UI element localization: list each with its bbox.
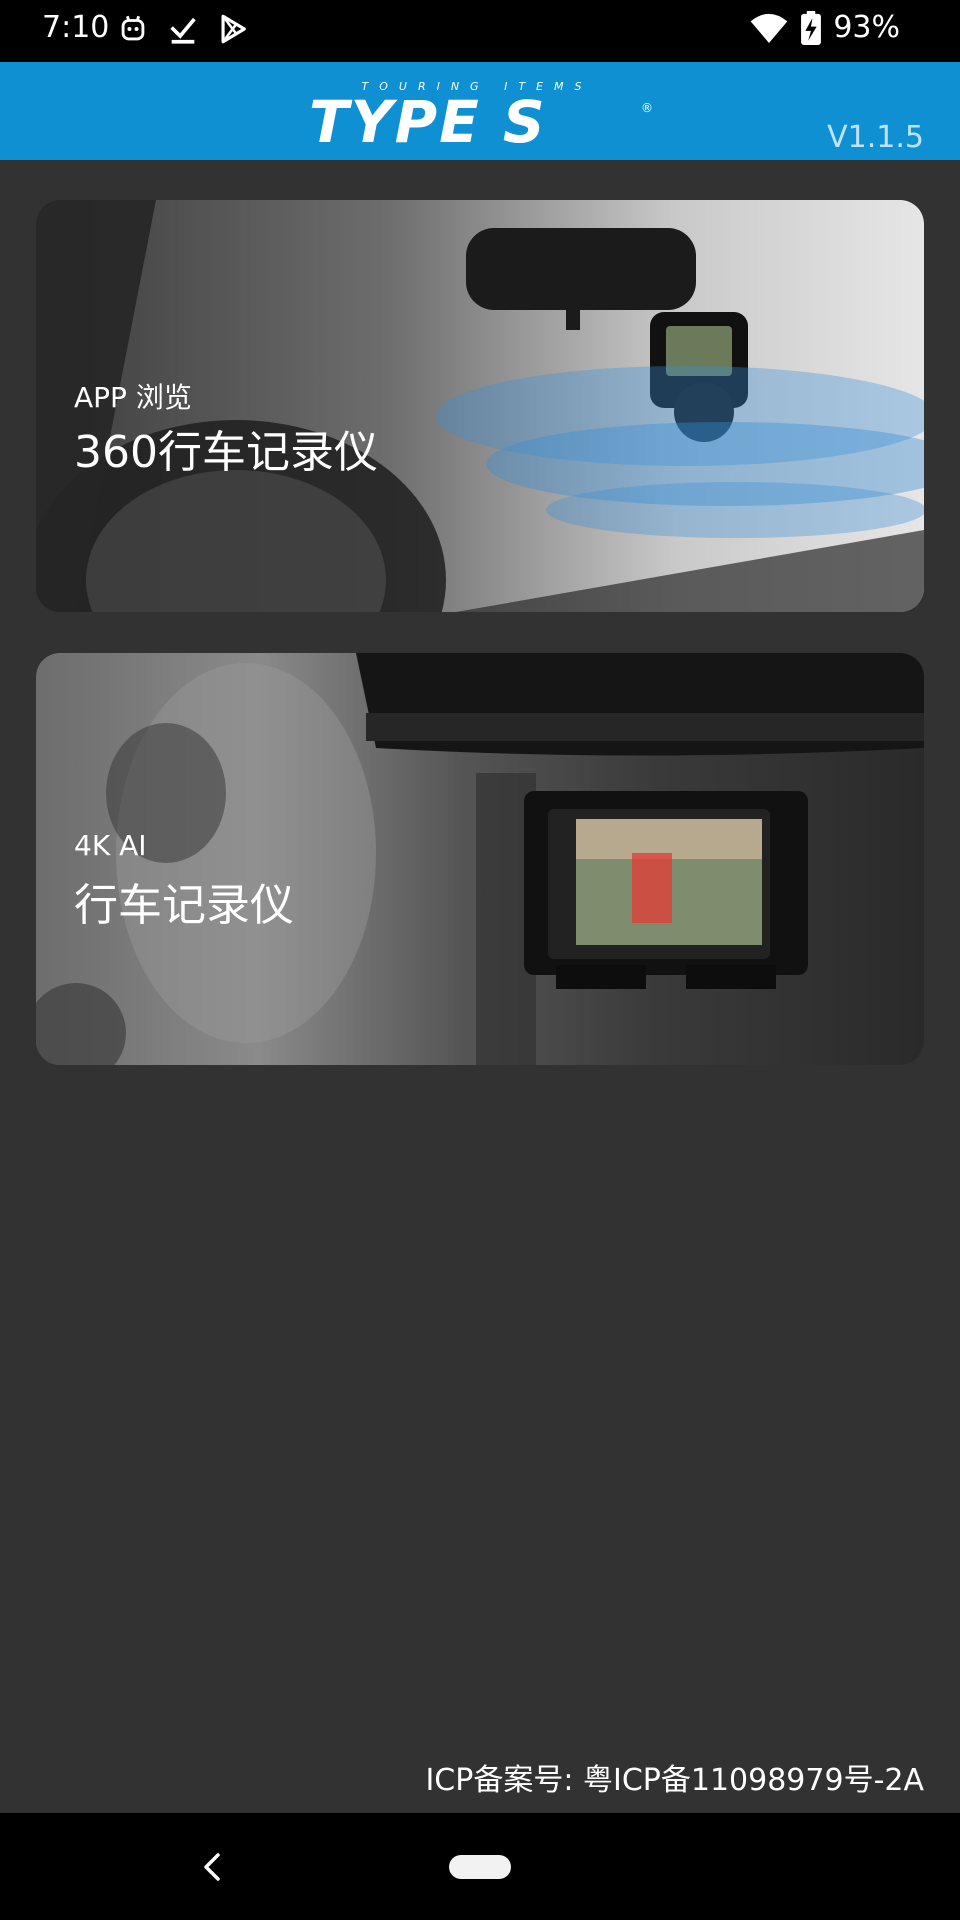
- types-logo: TYPE S ®: [309, 88, 653, 154]
- card-360-dashcam[interactable]: APP 浏览 360行车记录仪: [36, 200, 924, 612]
- home-pill[interactable]: [449, 1855, 511, 1879]
- card-4k-subtitle: 4K AI: [74, 829, 147, 862]
- status-time: 7:10: [42, 10, 110, 45]
- wifi-icon: [750, 13, 788, 44]
- app-version: V1.1.5: [827, 120, 924, 155]
- screen: 7:10 93% TOURING ITEMS TYPE S ® V1.1.5 A…: [0, 0, 960, 1920]
- registered-mark: ®: [641, 101, 653, 115]
- battery-charging-icon: [801, 11, 822, 45]
- status-notification-icons: [116, 12, 250, 46]
- checkmark-download-icon: [170, 17, 196, 44]
- card-4k-title: 行车记录仪: [74, 880, 294, 931]
- card-360-subtitle: APP 浏览: [74, 381, 192, 414]
- card-360-title: 360行车记录仪: [74, 427, 378, 478]
- icp-registration: ICP备案号: 粤ICP备11098979号-2A: [425, 1763, 924, 1798]
- battery-percentage: 93%: [833, 10, 900, 45]
- card-4k-ai-dashcam[interactable]: 4K AI 行车记录仪: [36, 653, 924, 1065]
- play-store-icon: [221, 14, 246, 44]
- status-bar: 7:10 93%: [0, 0, 960, 62]
- logo-wordmark: TYPE S: [309, 88, 547, 154]
- card-4k-illustration: [36, 653, 924, 1065]
- back-icon[interactable]: [196, 1847, 226, 1887]
- robot-icon: [121, 15, 145, 41]
- navigation-bar: [0, 1813, 960, 1920]
- app-header: TOURING ITEMS TYPE S ® V1.1.5: [0, 62, 960, 160]
- status-system-icons: 93%: [749, 8, 900, 48]
